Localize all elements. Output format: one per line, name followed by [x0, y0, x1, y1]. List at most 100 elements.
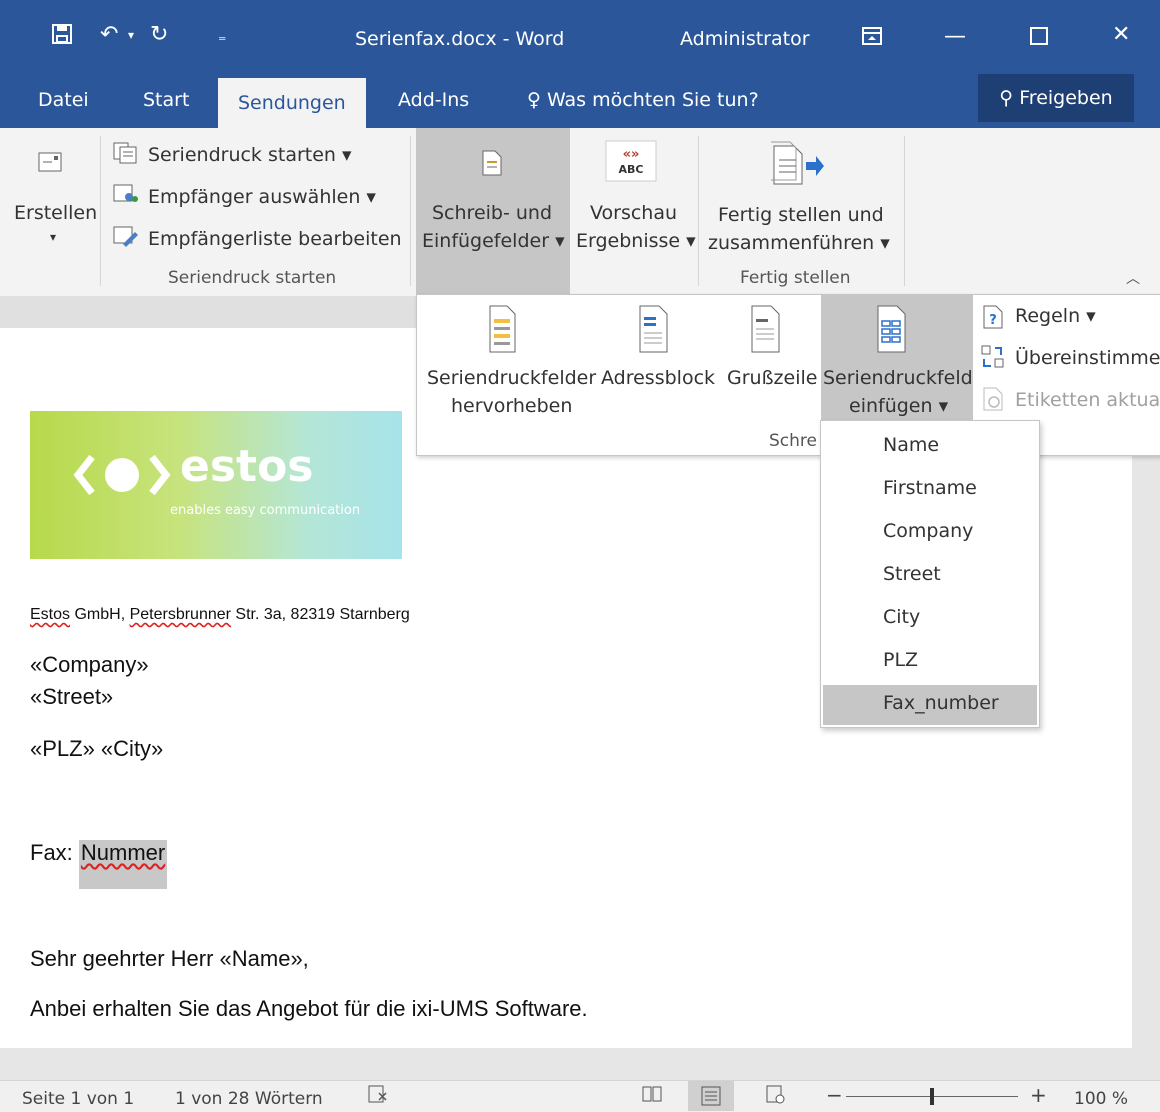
merge-field-menu: Name Firstname Company Street City PLZ Fax_num…: [820, 420, 1040, 728]
save-icon[interactable]: [52, 24, 72, 50]
tab-start[interactable]: Start: [143, 89, 189, 111]
ribbon: Erstellen ▾ Seriendruck starten ▾ Empfän…: [0, 128, 1160, 297]
user-name[interactable]: Administrator: [680, 28, 810, 50]
group-label-seriendruck: Seriendruck starten: [168, 268, 337, 288]
menu-item-label: Name: [883, 434, 940, 456]
menu-item-fax-number[interactable]: Fax_number: [823, 685, 1037, 725]
fertig-label-1: Fertig stellen und: [718, 204, 884, 226]
menu-item-label: City: [883, 606, 921, 628]
page-count[interactable]: Seite 1 von 1: [22, 1089, 134, 1109]
menu-item-firstname[interactable]: Firstname: [823, 470, 1037, 510]
group-label-fertig: Fertig stellen: [740, 268, 851, 288]
select-recipients-icon: [113, 184, 139, 210]
tell-me-text: Was möchten Sie tun?: [546, 89, 759, 111]
sender-line: Estos GmbH, Petersbrunner Str. 3a, 82319…: [30, 606, 410, 623]
edit-recipient-list-icon: [113, 226, 139, 252]
insert-merge-field-icon: [877, 305, 907, 357]
menu-item-label: PLZ: [883, 649, 919, 671]
einfuegen-label-2: einfügen ▾: [849, 395, 949, 417]
maximize-icon[interactable]: [1030, 26, 1048, 51]
undo-icon[interactable]: ↶: [100, 22, 118, 47]
menu-item-label: Firstname: [883, 477, 977, 499]
undo-dropdown-icon[interactable]: ▾: [128, 28, 134, 42]
fax-number-field[interactable]: Nummer: [78, 840, 168, 889]
merge-field-street[interactable]: «Street»: [30, 684, 113, 710]
collapse-ribbon-icon[interactable]: ︿: [1126, 268, 1140, 288]
window-title: Serienfax.docx - Word: [355, 28, 565, 50]
logo-text: estos: [180, 441, 314, 492]
greeting-line-icon: [751, 305, 781, 357]
zoom-in-button[interactable]: +: [1030, 1083, 1047, 1107]
word-count[interactable]: 1 von 28 Wörtern: [175, 1089, 323, 1109]
close-icon[interactable]: ✕: [1112, 22, 1130, 47]
menu-item-plz[interactable]: PLZ: [823, 642, 1037, 682]
menu-item-name[interactable]: Name: [823, 427, 1037, 467]
seriendruck-starten-button[interactable]: Seriendruck starten ▾: [148, 144, 352, 166]
logo-mark-icon: [73, 454, 171, 496]
empfaengerliste-bearbeiten-button[interactable]: Empfängerliste bearbeiten: [148, 228, 402, 250]
lightbulb-icon: ♀: [527, 89, 541, 111]
zoom-slider[interactable]: [846, 1088, 1018, 1105]
tab-sendungen[interactable]: Sendungen: [218, 78, 366, 128]
address-block-icon: [639, 305, 669, 357]
zoom-slider-thumb[interactable]: [930, 1088, 934, 1105]
group-label-schreib: Schre: [769, 431, 817, 451]
zoom-level[interactable]: 100 %: [1074, 1089, 1128, 1109]
erstellen-dropdown-icon[interactable]: ▾: [50, 230, 56, 244]
body-line: Anbei erhalten Sie das Angebot für die i…: [30, 996, 588, 1021]
menu-item-label: Street: [883, 563, 941, 585]
separator: [410, 136, 411, 286]
finish-merge-icon[interactable]: [770, 140, 826, 192]
tell-me-search[interactable]: ♀ Was möchten Sie tun?: [527, 89, 759, 111]
update-labels-icon: [983, 387, 1005, 415]
customize-toolbar-icon[interactable]: ₌: [218, 26, 226, 45]
regeln-button[interactable]: Regeln ▾: [1015, 305, 1096, 327]
share-button[interactable]: ⚲ Freigeben: [978, 74, 1134, 122]
uebereinstimmen-button[interactable]: Übereinstimme: [1015, 347, 1160, 369]
write-insert-fields-panel: Seriendruckfelder hervorheben Adressbloc…: [416, 294, 1160, 456]
fertig-stellen-button[interactable]: zusammenführen ▾: [708, 232, 890, 254]
grusszeile-button[interactable]: Grußzeile: [727, 367, 817, 389]
separator: [904, 136, 905, 286]
svg-text:«»: «»: [623, 147, 640, 162]
menu-item-city[interactable]: City: [823, 599, 1037, 639]
separator: [698, 136, 699, 286]
merge-field-plz-city[interactable]: «PLZ» «City»: [30, 736, 163, 762]
schreib-label-2: Einfügefelder ▾: [422, 230, 565, 252]
estos-logo: estos enables easy communication: [30, 411, 402, 559]
title-bar: ↶ ▾ ↻ ₌ Serienfax.docx - Word Administra…: [0, 0, 1160, 72]
hervorheben-label-1[interactable]: Seriendruckfelder: [427, 367, 596, 389]
ribbon-display-options-icon[interactable]: [862, 26, 882, 51]
envelope-icon[interactable]: [38, 152, 62, 176]
adressblock-button[interactable]: Adressblock: [601, 367, 715, 389]
ribbon-tabs: Datei Start Sendungen Add-Ins ♀ Was möch…: [0, 72, 1160, 128]
redo-icon[interactable]: ↻: [150, 22, 168, 47]
svg-text:ABC: ABC: [619, 163, 644, 176]
svg-text:?: ?: [989, 313, 997, 328]
zoom-out-button[interactable]: −: [826, 1083, 843, 1107]
etiketten-aktualisieren-button: Etiketten aktual: [1015, 389, 1160, 411]
tab-add-ins[interactable]: Add-Ins: [398, 89, 469, 111]
tab-datei[interactable]: Datei: [38, 89, 89, 111]
proofing-icon[interactable]: [368, 1085, 388, 1108]
minimize-icon[interactable]: —: [944, 24, 966, 49]
fax-label: Fax:: [30, 840, 79, 865]
logo-tagline: enables easy communication: [170, 503, 361, 518]
menu-item-company[interactable]: Company: [823, 513, 1037, 553]
merge-field-company[interactable]: «Company»: [30, 652, 149, 678]
hervorheben-label-2[interactable]: hervorheben: [451, 395, 572, 417]
salutation-line: Sehr geehrter Herr «Name»,: [30, 946, 309, 971]
highlight-fields-icon: [489, 305, 517, 357]
menu-item-street[interactable]: Street: [823, 556, 1037, 596]
rules-icon: ?: [983, 305, 1005, 333]
empfaenger-auswaehlen-button[interactable]: Empfänger auswählen ▾: [148, 186, 376, 208]
print-layout-icon[interactable]: [688, 1081, 734, 1111]
erstellen-button[interactable]: Erstellen: [14, 202, 97, 224]
preview-results-icon[interactable]: «» ABC: [605, 140, 657, 186]
menu-item-label: Fax_number: [883, 692, 999, 714]
web-layout-icon[interactable]: [766, 1085, 786, 1110]
vorschau-label-1: Vorschau: [590, 202, 678, 224]
vorschau-ergebnisse-button[interactable]: Ergebnisse ▾: [576, 230, 696, 252]
match-fields-icon: [981, 345, 1005, 373]
read-mode-icon[interactable]: [642, 1085, 662, 1108]
